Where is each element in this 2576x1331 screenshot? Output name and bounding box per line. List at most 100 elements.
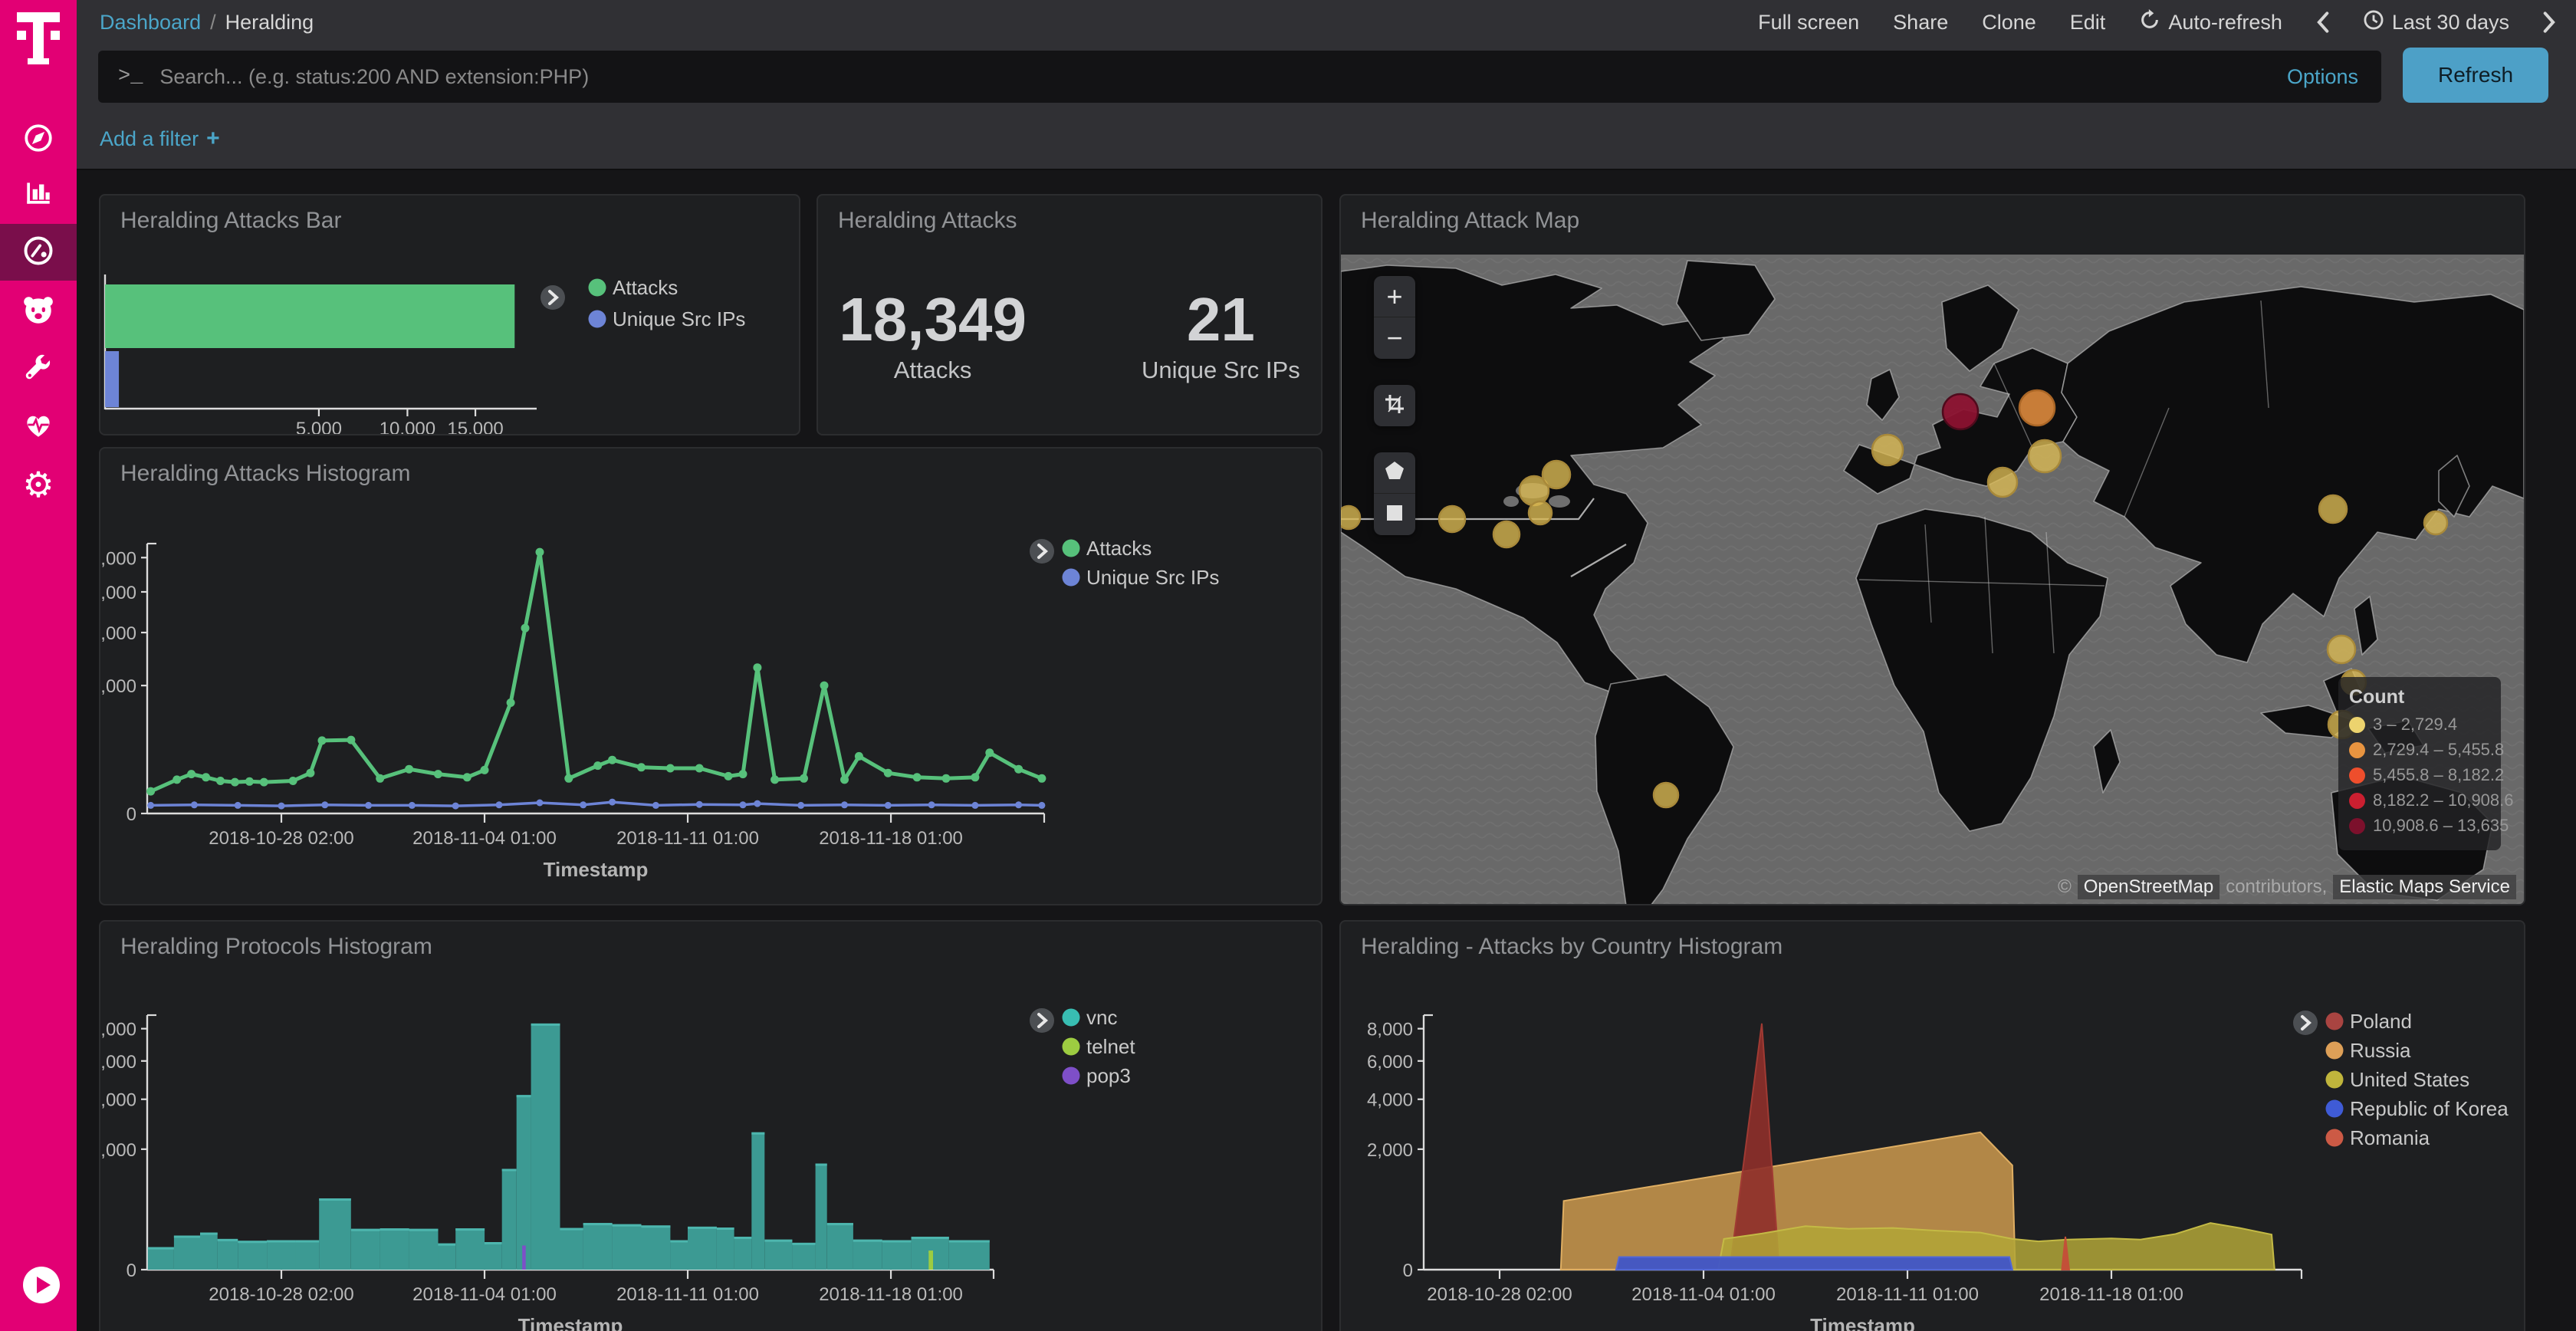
legend-label[interactable]: Republic of Korea bbox=[2350, 1097, 2509, 1120]
sidebar-item-visualize[interactable] bbox=[0, 169, 77, 219]
osm-link[interactable]: OpenStreetMap bbox=[2078, 875, 2220, 899]
map-zoom-in-button[interactable]: + bbox=[1374, 276, 1415, 317]
edit-button[interactable]: Edit bbox=[2070, 11, 2106, 35]
sidebar-item-dashboard[interactable] bbox=[0, 224, 77, 281]
sidebar-item-dev-tools[interactable] bbox=[0, 345, 77, 394]
map-attribution: © OpenStreetMap contributors, Elastic Ma… bbox=[2058, 875, 2516, 899]
attack-location-circle[interactable] bbox=[1493, 521, 1520, 547]
legend-label[interactable]: Poland bbox=[2350, 1010, 2412, 1033]
breadcrumb: Dashboard / Heralding bbox=[100, 11, 314, 35]
protocols-histogram-chart: 02,0004,0006,0008,0002018-10-28 02:00201… bbox=[100, 922, 1321, 1331]
svg-text:2018-11-11 01:00: 2018-11-11 01:00 bbox=[616, 828, 759, 849]
sidebar-item-monitoring[interactable] bbox=[0, 403, 77, 452]
attack-location-circle[interactable] bbox=[1439, 506, 1465, 532]
panel-title: Heralding Protocols Histogram bbox=[120, 934, 432, 960]
svg-text:2018-11-11 01:00: 2018-11-11 01:00 bbox=[1836, 1284, 1979, 1305]
add-filter-link[interactable]: Add a filter + bbox=[100, 126, 220, 152]
share-button[interactable]: Share bbox=[1893, 11, 1948, 35]
sidebar: ⚙ bbox=[0, 0, 77, 1331]
legend-dot bbox=[589, 311, 606, 328]
legend-label[interactable]: Unique Src IPs bbox=[613, 307, 745, 330]
svg-text:8,000: 8,000 bbox=[1367, 1020, 1413, 1040]
attacks-bar[interactable] bbox=[105, 284, 514, 348]
sidebar-item-discover[interactable] bbox=[0, 115, 77, 164]
map-legend-item[interactable]: 2,729.4 – 5,455.8 bbox=[2349, 740, 2490, 760]
map-legend-item[interactable]: 8,182.2 – 10,908.6 bbox=[2349, 790, 2490, 810]
time-back-button[interactable] bbox=[2316, 12, 2329, 33]
legend-dot bbox=[1063, 1038, 1080, 1056]
legend-label[interactable]: Romania bbox=[2350, 1126, 2430, 1149]
map-legend-item[interactable]: 5,455.8 – 8,182.2 bbox=[2349, 765, 2490, 785]
sidebar-item-management[interactable]: ⚙ bbox=[0, 460, 77, 509]
svg-text:6,000: 6,000 bbox=[100, 583, 136, 603]
attack-location-circle[interactable] bbox=[1529, 501, 1552, 524]
map-draw-polygon-button[interactable] bbox=[1374, 452, 1415, 494]
legend-label[interactable]: Russia bbox=[2350, 1039, 2411, 1062]
search-input[interactable]: >_ Search... (e.g. status:200 AND extens… bbox=[98, 51, 2381, 103]
refresh-button[interactable]: Refresh bbox=[2403, 48, 2548, 103]
auto-refresh-button[interactable]: Auto-refresh bbox=[2139, 9, 2282, 36]
bar-chart-icon bbox=[22, 176, 54, 212]
time-forward-button[interactable] bbox=[2543, 12, 2556, 33]
attack-location-circle[interactable] bbox=[1988, 468, 2017, 497]
full-screen-button[interactable]: Full screen bbox=[1758, 11, 1859, 35]
attack-location-circle[interactable] bbox=[2424, 511, 2447, 534]
attack-location-circle[interactable] bbox=[1654, 783, 1678, 807]
legend-label[interactable]: telnet bbox=[1086, 1035, 1135, 1058]
metric-label: Unique Src IPs bbox=[1142, 357, 1300, 384]
telekom-logo[interactable] bbox=[17, 12, 60, 71]
attack-location-circle[interactable] bbox=[1341, 506, 1360, 529]
country-histogram-chart: 02,0004,0006,0008,0002018-10-28 02:00201… bbox=[1341, 922, 2524, 1331]
svg-text:2018-11-04 01:00: 2018-11-04 01:00 bbox=[1631, 1284, 1776, 1305]
legend-label[interactable]: Unique Src IPs bbox=[1086, 566, 1219, 589]
ems-link[interactable]: Elastic Maps Service bbox=[2333, 875, 2516, 899]
panel-title: Heralding Attack Map bbox=[1361, 208, 1579, 234]
legend-dot bbox=[2326, 1100, 2344, 1118]
panel-attacks-metric: Heralding Attacks 18,349 Attacks 21 Uniq… bbox=[816, 194, 1322, 435]
legend-label[interactable]: Attacks bbox=[613, 276, 678, 299]
square-icon bbox=[1384, 498, 1405, 531]
attack-location-circle[interactable] bbox=[2029, 440, 2061, 472]
unique-ips-bar[interactable] bbox=[105, 351, 119, 407]
legend-dot bbox=[2326, 1042, 2344, 1060]
svg-text:0: 0 bbox=[127, 1260, 136, 1281]
attack-location-circle[interactable] bbox=[2319, 495, 2347, 523]
attack-location-circle[interactable] bbox=[2328, 636, 2355, 663]
legend-label[interactable]: United States bbox=[2350, 1068, 2469, 1091]
legend-label: 2,729.4 – 5,455.8 bbox=[2373, 740, 2504, 760]
attrib-text: contributors, bbox=[2226, 876, 2327, 898]
attack-location-circle[interactable] bbox=[1543, 461, 1570, 488]
legend-label[interactable]: vnc bbox=[1086, 1006, 1117, 1029]
svg-text:Timestamp: Timestamp bbox=[518, 1314, 623, 1331]
options-link[interactable]: Options bbox=[2287, 65, 2358, 89]
map-legend-item[interactable]: 10,908.6 – 13,635 bbox=[2349, 816, 2490, 836]
svg-text:Timestamp: Timestamp bbox=[544, 858, 649, 881]
svg-text:0: 0 bbox=[127, 804, 136, 825]
panel-title: Heralding Attacks Bar bbox=[120, 208, 341, 234]
legend-label[interactable]: pop3 bbox=[1086, 1064, 1131, 1087]
clone-button[interactable]: Clone bbox=[1982, 11, 2036, 35]
map-fit-bounds-button[interactable] bbox=[1374, 385, 1415, 426]
svg-text:2018-11-04 01:00: 2018-11-04 01:00 bbox=[412, 828, 557, 849]
breadcrumb-dashboard-link[interactable]: Dashboard bbox=[100, 11, 201, 35]
map-zoom-out-button[interactable]: − bbox=[1374, 317, 1415, 359]
legend-label: 10,908.6 – 13,635 bbox=[2373, 816, 2509, 836]
time-range-picker[interactable]: Last 30 days bbox=[2363, 9, 2509, 36]
gauge-dashboard-icon bbox=[21, 234, 55, 271]
map-draw-rectangle-button[interactable] bbox=[1374, 494, 1415, 535]
legend-label: 3 – 2,729.4 bbox=[2373, 715, 2457, 735]
sidebar-item-timelion[interactable] bbox=[0, 288, 77, 337]
svg-text:6,000: 6,000 bbox=[100, 1052, 136, 1073]
attack-location-circle[interactable] bbox=[1943, 394, 1978, 429]
attack-location-circle[interactable] bbox=[1872, 435, 1903, 465]
sidebar-expand-button[interactable] bbox=[23, 1267, 60, 1303]
svg-text:8,000: 8,000 bbox=[100, 1020, 136, 1040]
gear-icon: ⚙ bbox=[22, 467, 54, 502]
crop-icon bbox=[1384, 389, 1405, 422]
svg-text:2018-11-18 01:00: 2018-11-18 01:00 bbox=[819, 828, 963, 849]
legend-label[interactable]: Attacks bbox=[1086, 537, 1152, 560]
svg-text:2018-10-28 02:00: 2018-10-28 02:00 bbox=[209, 1284, 354, 1305]
map-legend-item[interactable]: 3 – 2,729.4 bbox=[2349, 715, 2490, 735]
attack-location-circle[interactable] bbox=[2019, 390, 2055, 426]
world-map[interactable]: + − bbox=[1341, 255, 2524, 905]
